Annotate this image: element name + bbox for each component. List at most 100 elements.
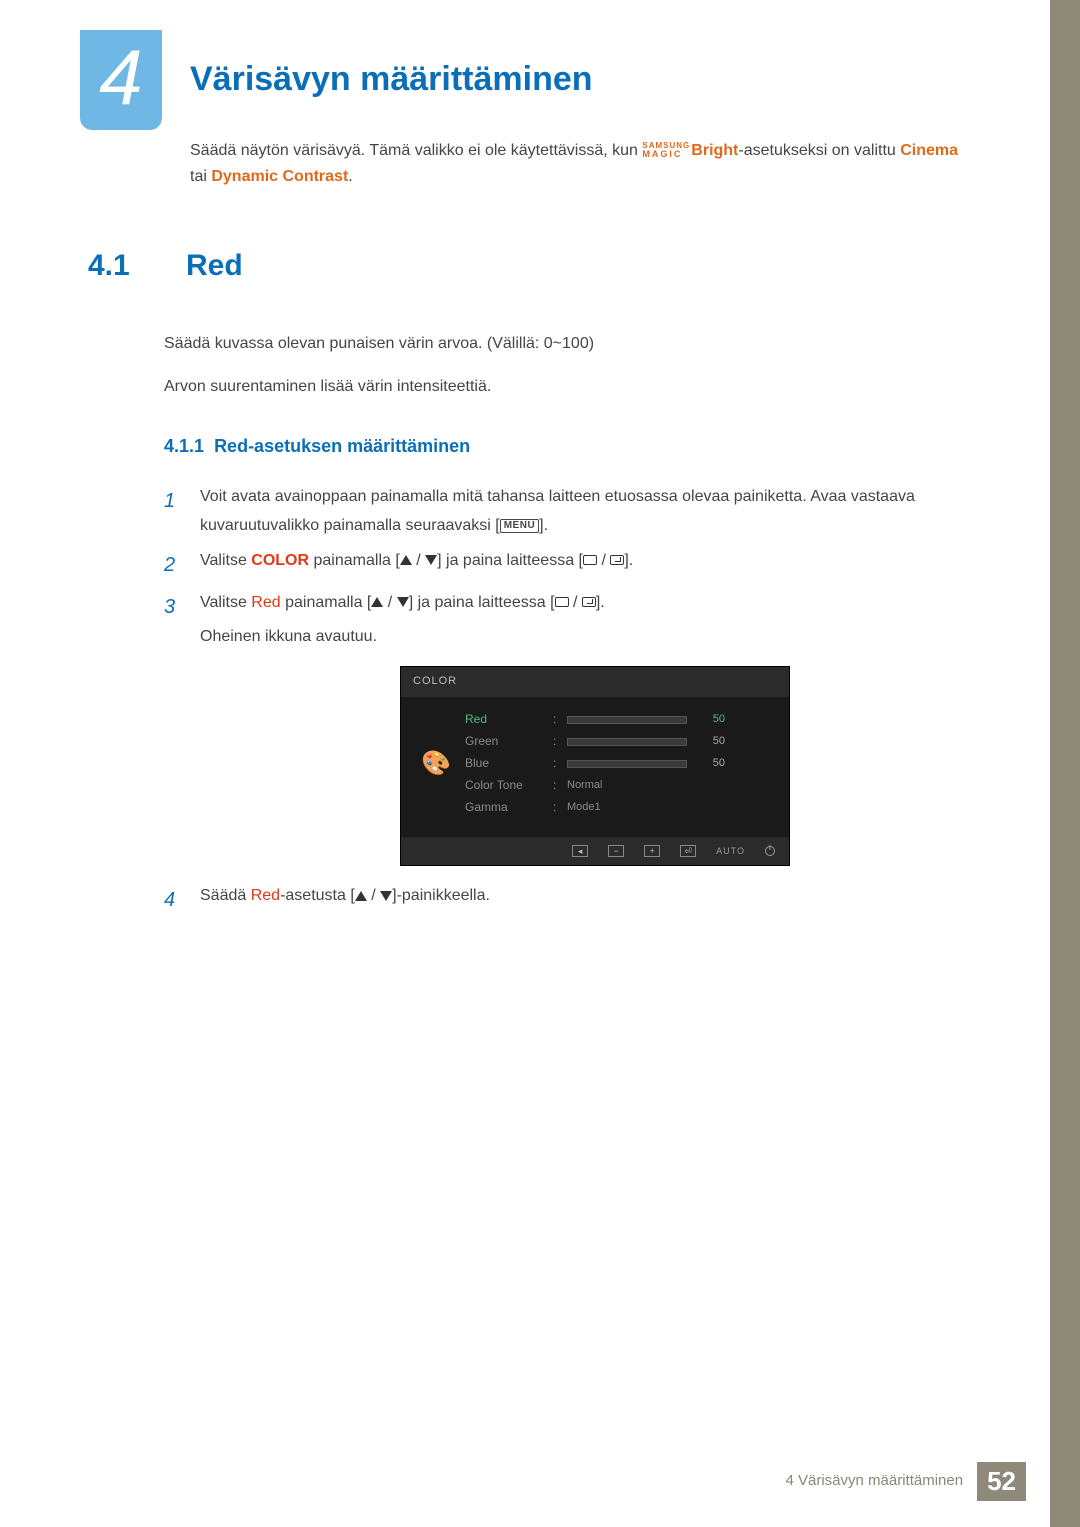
osd-value: Normal: [567, 776, 602, 796]
osd-window: COLOR 🎨 Red : 50: [400, 666, 790, 866]
steps-list: 1 Voit avata avainoppaan painamalla mitä…: [164, 483, 970, 918]
osd-value: 50: [695, 732, 725, 752]
text: ].: [596, 594, 605, 611]
step-number: 3: [164, 589, 182, 877]
enter-button-icon: [610, 555, 624, 565]
text: Voit avata avainoppaan painamalla mitä t…: [200, 488, 915, 534]
source-button-icon: [583, 555, 597, 565]
enter-button-icon: [582, 597, 596, 607]
step-number: 4: [164, 882, 182, 918]
osd-plus-icon: +: [644, 845, 660, 857]
section-title: Red: [186, 249, 243, 283]
osd-label: Red: [465, 709, 545, 731]
page-content: 4 Värisävyn määrittäminen Säädä näytön v…: [0, 0, 1050, 918]
step-1: 1 Voit avata avainoppaan painamalla mitä…: [164, 483, 970, 541]
chapter-title: Värisävyn määrittäminen: [190, 60, 593, 99]
intro-text-2: -asetukseksi on valittu: [738, 142, 900, 159]
osd-slider-blue: [567, 760, 687, 768]
osd-power-icon: [765, 846, 775, 856]
osd-screenshot: COLOR 🎨 Red : 50: [400, 666, 790, 866]
up-arrow-icon: [400, 555, 412, 565]
osd-label: Color Tone: [465, 775, 545, 797]
side-accent-bar: [1050, 0, 1080, 1527]
intro-or: tai: [190, 168, 211, 185]
osd-minus-icon: −: [608, 845, 624, 857]
step-2: 2 Valitse COLOR painamalla [ / ] ja pain…: [164, 547, 970, 583]
osd-body: 🎨 Red : 50 Green: [401, 697, 789, 837]
text: ] ja paina laitteessa [: [409, 594, 555, 611]
osd-value: 50: [695, 710, 725, 730]
up-arrow-icon: [355, 891, 367, 901]
text: Valitse: [200, 594, 251, 611]
intro-text-3: .: [348, 168, 352, 185]
text: Säädä: [200, 887, 251, 904]
colon: :: [553, 797, 559, 819]
menu-button-icon: MENU: [500, 519, 539, 533]
section-number: 4.1: [88, 249, 152, 283]
red-label: Red: [251, 594, 280, 611]
samsung-magic-logo: SAMSUNGMAGIC: [642, 142, 690, 159]
source-button-icon: [555, 597, 569, 607]
chapter-header: 4 Värisävyn määrittäminen: [80, 30, 970, 130]
section-p2: Arvon suurentaminen lisää värin intensit…: [164, 372, 970, 402]
step-3: 3 Valitse Red painamalla [ / ] ja paina …: [164, 589, 970, 877]
step-number: 2: [164, 547, 182, 583]
osd-footer: ◂ − + ⏎ AUTO: [401, 837, 789, 865]
colon: :: [553, 709, 559, 731]
subsection-title: Red-asetuksen määrittäminen: [214, 436, 470, 456]
text: Valitse: [200, 552, 251, 569]
osd-back-icon: ◂: [572, 845, 588, 857]
text: ].: [539, 517, 548, 534]
colon: :: [553, 775, 559, 797]
color-label: COLOR: [251, 552, 309, 569]
page-footer: 4 Värisävyn määrittäminen 52: [772, 1462, 1027, 1501]
text: -asetusta [: [280, 887, 355, 904]
osd-row-red: Red : 50: [465, 709, 771, 731]
step-3-note: Oheinen ikkuna avautuu.: [200, 623, 790, 652]
section-p1: Säädä kuvassa olevan punaisen värin arvo…: [164, 329, 970, 359]
step-text: Valitse Red painamalla [ / ] ja paina la…: [200, 589, 790, 877]
text: painamalla [: [281, 594, 372, 611]
step-text: Voit avata avainoppaan painamalla mitä t…: [200, 483, 970, 541]
osd-enter-icon: ⏎: [680, 845, 696, 857]
osd-label: Gamma: [465, 797, 545, 819]
osd-slider-green: [567, 738, 687, 746]
text: painamalla [: [309, 552, 400, 569]
osd-row-blue: Blue : 50: [465, 753, 771, 775]
bright-label: Bright: [691, 142, 738, 159]
palette-icon: 🎨: [421, 742, 451, 785]
osd-row-color-tone: Color Tone : Normal: [465, 775, 771, 797]
down-arrow-icon: [380, 891, 392, 901]
down-arrow-icon: [425, 555, 437, 565]
chapter-number-badge: 4: [80, 30, 162, 130]
osd-slider-red: [567, 716, 687, 724]
cinema-label: Cinema: [900, 142, 958, 159]
step-number: 1: [164, 483, 182, 541]
colon: :: [553, 753, 559, 775]
chapter-intro: Säädä näytön värisävyä. Tämä valikko ei …: [190, 138, 970, 189]
magic-text: MAGIC: [642, 150, 690, 159]
osd-row-gamma: Gamma : Mode1: [465, 797, 771, 819]
osd-label: Green: [465, 731, 545, 753]
dynamic-contrast-label: Dynamic Contrast: [211, 168, 348, 185]
text: ] ja paina laitteessa [: [437, 552, 583, 569]
osd-row-green: Green : 50: [465, 731, 771, 753]
osd-value: 50: [695, 754, 725, 774]
osd-left-panel: 🎨: [415, 709, 457, 819]
subsection-header: 4.1.1 Red-asetuksen määrittäminen: [164, 436, 970, 457]
text: ]-painikkeella.: [392, 887, 490, 904]
section-body: Säädä kuvassa olevan punaisen värin arvo…: [164, 329, 970, 402]
page-number: 52: [977, 1462, 1026, 1501]
subsection-number: 4.1.1: [164, 436, 204, 456]
intro-text-1: Säädä näytön värisävyä. Tämä valikko ei …: [190, 142, 642, 159]
osd-auto-label: AUTO: [716, 843, 745, 859]
step-text: Valitse COLOR painamalla [ / ] ja paina …: [200, 547, 633, 583]
down-arrow-icon: [397, 597, 409, 607]
osd-list: Red : 50 Green : 50: [465, 709, 771, 819]
osd-label: Blue: [465, 753, 545, 775]
osd-value: Mode1: [567, 798, 601, 818]
osd-title: COLOR: [401, 667, 789, 697]
step-4: 4 Säädä Red-asetusta [ / ]-painikkeella.: [164, 882, 970, 918]
footer-text: 4 Värisävyn määrittäminen: [772, 1462, 978, 1501]
step-text: Säädä Red-asetusta [ / ]-painikkeella.: [200, 882, 490, 918]
